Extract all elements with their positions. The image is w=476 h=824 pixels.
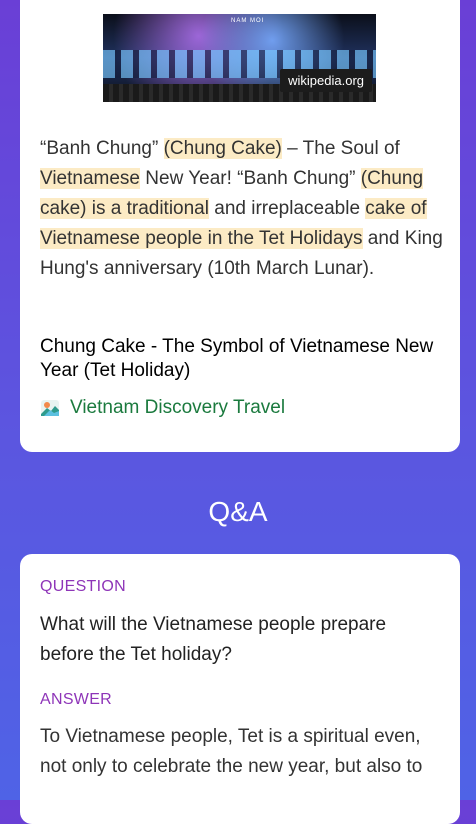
- snippet-highlight: Vietnamese: [40, 168, 140, 189]
- result-source[interactable]: Vietnam Discovery Travel: [40, 394, 285, 422]
- question-text[interactable]: What will the Vietnamese people prepare …: [40, 610, 444, 670]
- image-sign-text: NAM MOI: [231, 18, 265, 24]
- result-image[interactable]: NAM MOI wikipedia.org: [103, 14, 376, 102]
- question-label: QUESTION: [40, 578, 126, 595]
- image-source-badge[interactable]: wikipedia.org: [280, 69, 372, 92]
- result-card[interactable]: NAM MOI wikipedia.org “Banh Chung” (Chun…: [20, 0, 460, 452]
- snippet-text: – The Soul of: [281, 138, 400, 159]
- snippet-text: “Banh Chung”: [40, 138, 164, 159]
- source-name: Vietnam Discovery Travel: [70, 397, 286, 418]
- snippet-text: and irreplaceable: [208, 198, 366, 219]
- answer-label: ANSWER: [40, 691, 113, 708]
- result-title[interactable]: Chung Cake - The Symbol of Vietnamese Ne…: [40, 335, 444, 383]
- qa-heading: Q&A: [208, 496, 268, 527]
- result-snippet: “Banh Chung” (Chung Cake) – The Soul of …: [40, 134, 444, 284]
- snippet-text: New Year! “Banh Chung”: [140, 168, 361, 189]
- snippet-highlight: (Chung Cake): [163, 138, 282, 159]
- landscape-logo-icon: [40, 398, 60, 418]
- answer-text: To Vietnamese people, Tet is a spiritual…: [40, 726, 423, 777]
- qa-card[interactable]: QUESTION What will the Vietnamese people…: [20, 554, 460, 824]
